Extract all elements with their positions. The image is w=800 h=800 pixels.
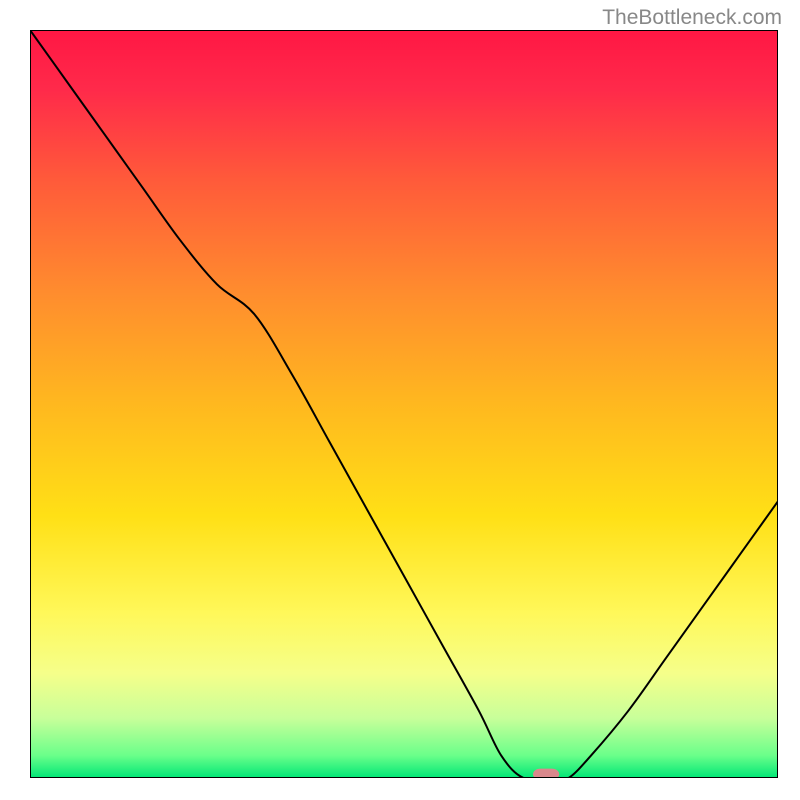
- chart-plot-area: [30, 30, 778, 778]
- valley-marker: [533, 769, 559, 778]
- watermark-text: TheBottleneck.com: [602, 6, 782, 30]
- chart-svg: [30, 30, 778, 778]
- chart-background-gradient: [30, 30, 778, 778]
